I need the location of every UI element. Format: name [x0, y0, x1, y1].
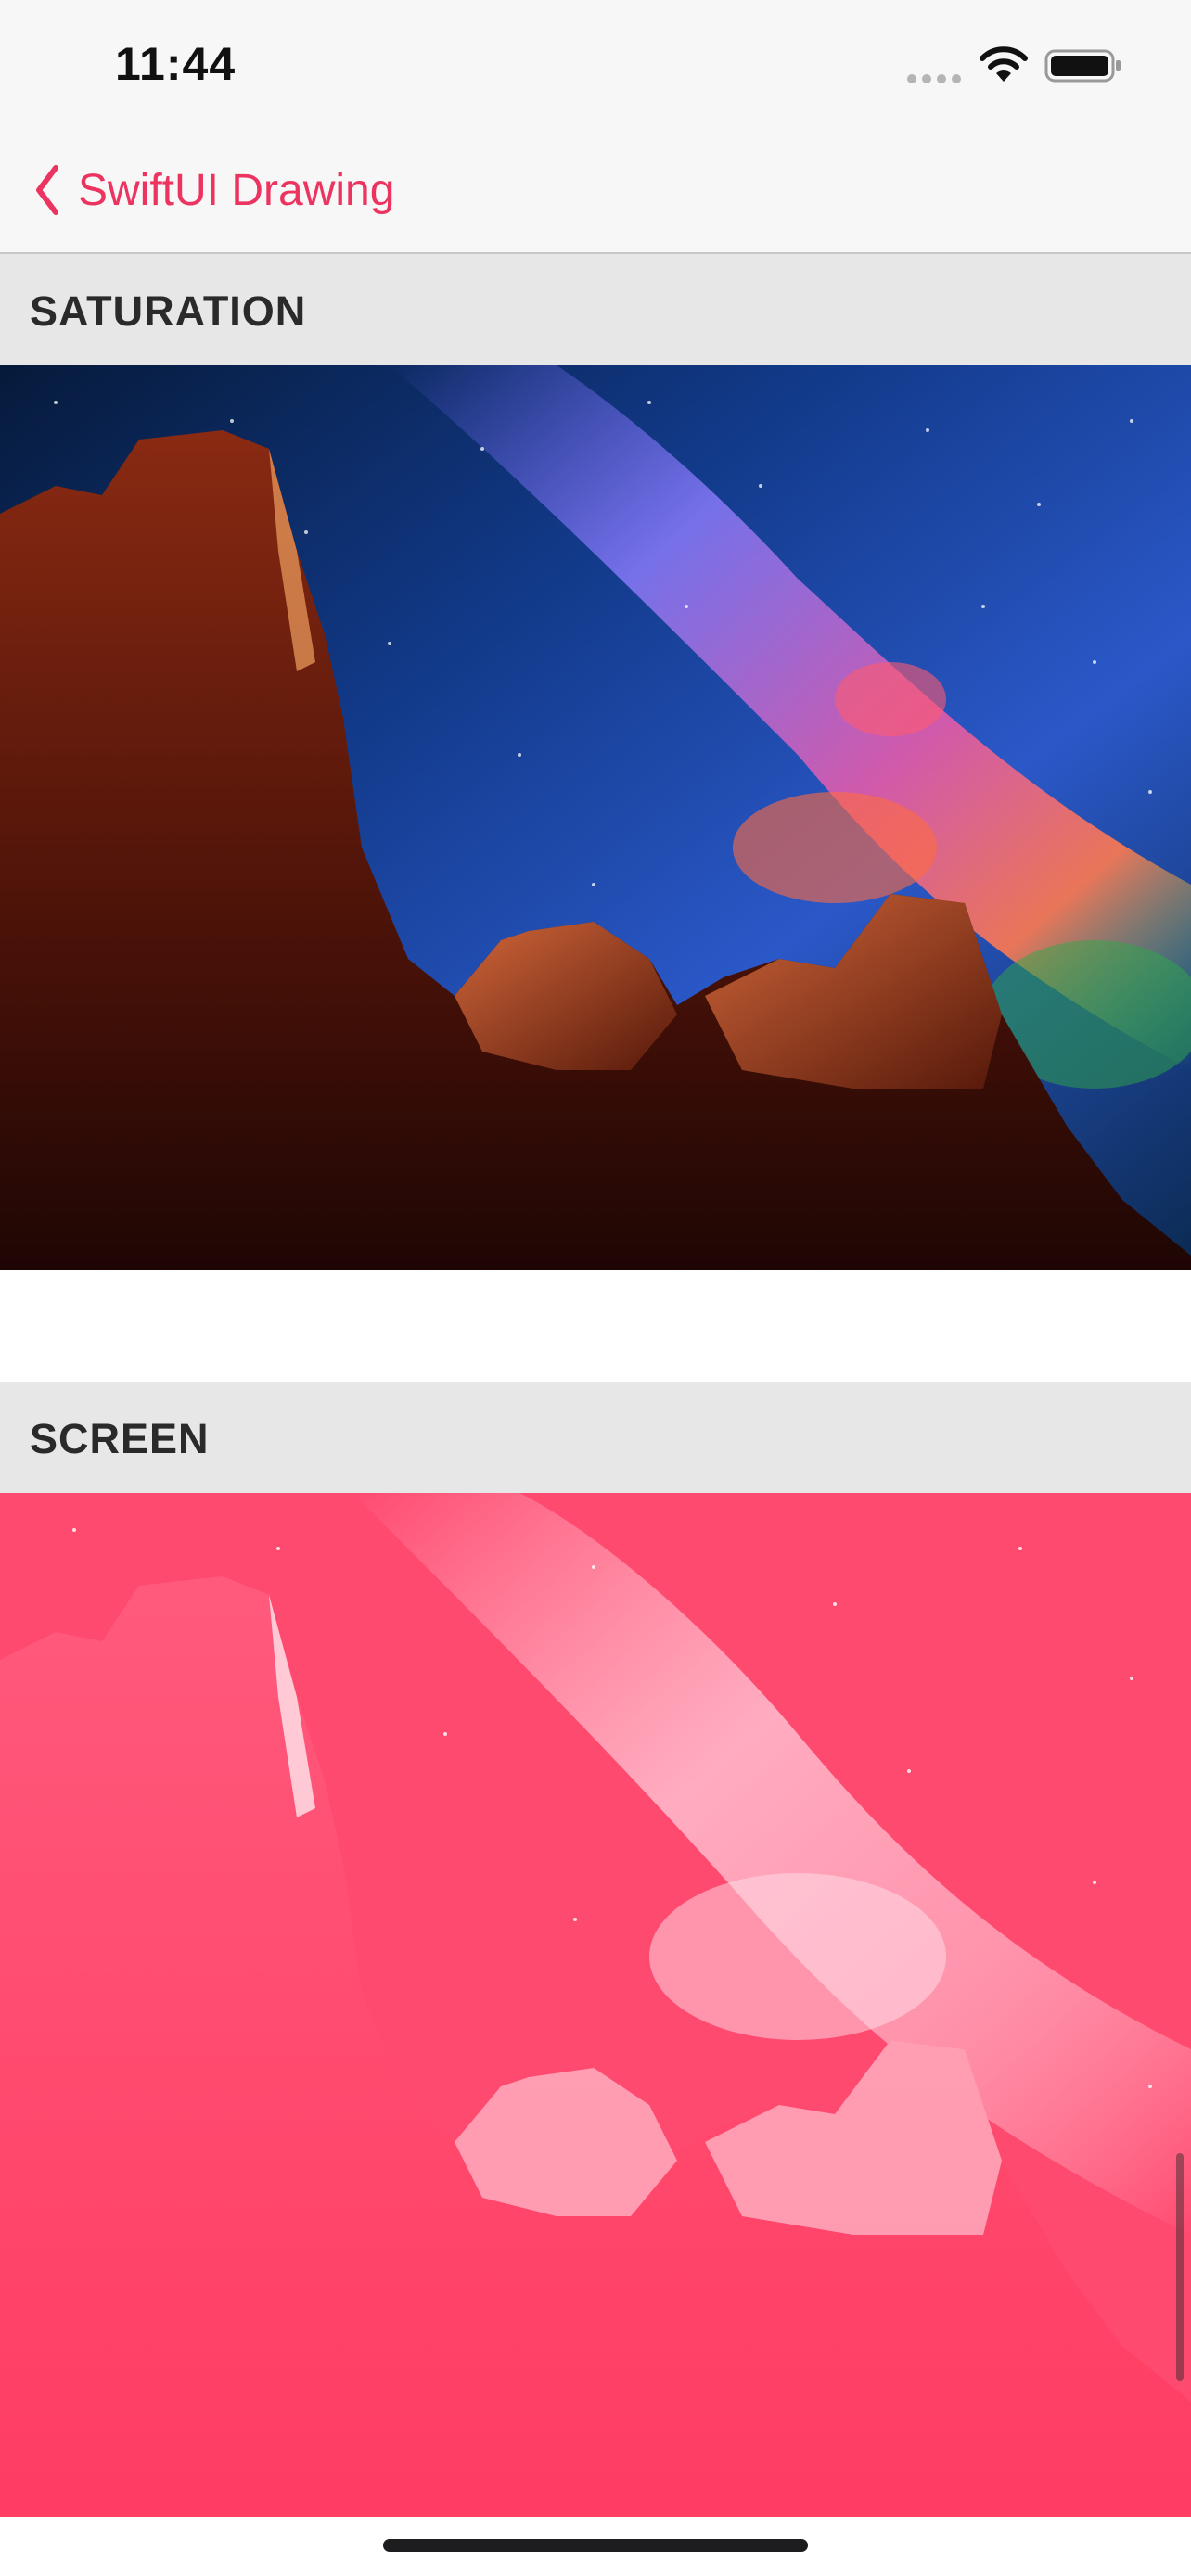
- home-indicator[interactable]: [383, 2539, 808, 2552]
- back-button-label: SwiftUI Drawing: [78, 165, 395, 215]
- screen-image: [0, 1493, 1191, 2517]
- saturation-image: [0, 365, 1191, 1270]
- status-time: 11:44: [115, 38, 237, 90]
- section-header-screen: SCREEN: [0, 1382, 1191, 1493]
- wifi-icon: [980, 46, 1028, 82]
- section-title: SATURATION: [30, 287, 307, 335]
- chevron-left-icon: [36, 165, 58, 215]
- section-title: SCREEN: [30, 1415, 210, 1462]
- back-button[interactable]: SwiftUI Drawing: [33, 158, 394, 223]
- battery-icon: [1044, 49, 1121, 83]
- status-bar: 11:44: [0, 0, 1191, 130]
- scroll-indicator[interactable]: [1176, 2153, 1184, 2381]
- cellular-signal-icon: [907, 74, 961, 83]
- section-header-saturation: SATURATION: [0, 254, 1191, 365]
- app-screen: 11:44 SwiftUI Drawing SATURATION SCREEN: [0, 0, 1191, 2576]
- navigation-bar: SwiftUI Drawing: [0, 130, 1191, 254]
